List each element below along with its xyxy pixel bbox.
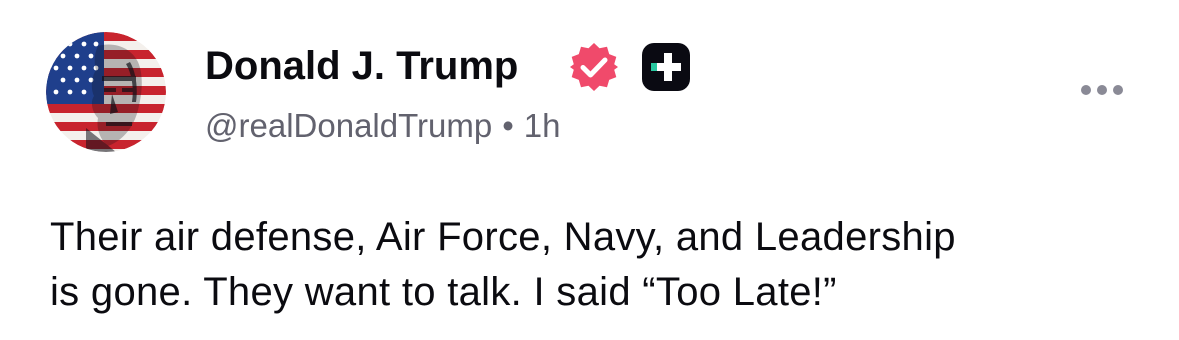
post-timestamp[interactable]: 1h bbox=[524, 107, 561, 144]
post-body-line: Their air defense, Air Force, Navy, and … bbox=[50, 215, 956, 259]
author-handle[interactable]: @realDonaldTrump bbox=[205, 107, 492, 144]
flag-portrait-avatar-icon bbox=[46, 32, 166, 152]
author-display-name[interactable]: Donald J. Trump bbox=[205, 42, 518, 90]
post-meta: @realDonaldTrump • 1h bbox=[205, 106, 561, 146]
meta-separator: • bbox=[502, 107, 514, 144]
post-card: Donald J. Trump @realDonaldTrump • 1h Thei… bbox=[0, 0, 1179, 340]
verified-badge-icon bbox=[568, 41, 620, 93]
plus-badge-icon bbox=[641, 42, 691, 92]
more-horizontal-icon[interactable] bbox=[1078, 78, 1126, 102]
post-body-line: is gone. They want to talk. I said “Too … bbox=[50, 270, 837, 314]
avatar[interactable] bbox=[46, 32, 166, 152]
post-body: Their air defense, Air Force, Navy, and … bbox=[50, 210, 1150, 320]
